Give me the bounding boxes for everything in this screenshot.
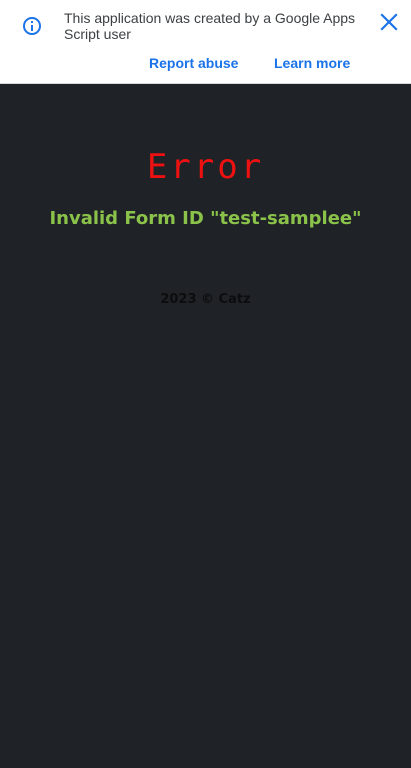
banner-message: This application was created by a Google… — [64, 10, 356, 42]
close-icon[interactable] — [377, 10, 401, 34]
apps-script-banner: This application was created by a Google… — [0, 0, 411, 84]
info-icon — [22, 16, 42, 36]
copyright-footer: 2023 © Catz — [160, 292, 251, 307]
error-title: Error — [146, 147, 265, 187]
main-content: Error Invalid Form ID "test-samplee" 202… — [0, 85, 411, 768]
learn-more-link[interactable]: Learn more — [274, 54, 350, 72]
error-message: Invalid Form ID "test-samplee" — [49, 208, 362, 229]
report-abuse-link[interactable]: Report abuse — [149, 54, 238, 72]
